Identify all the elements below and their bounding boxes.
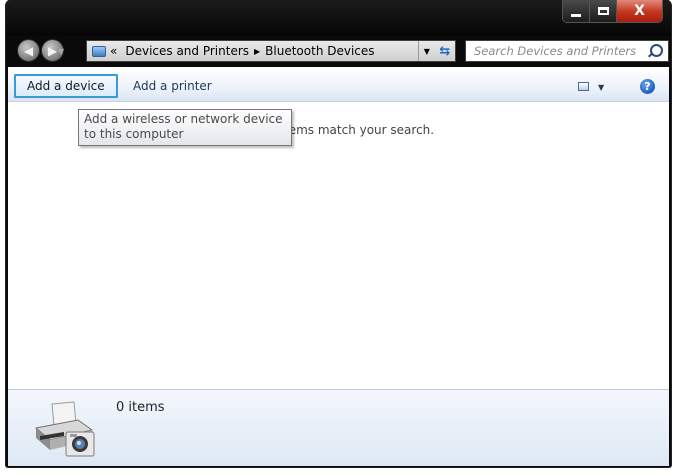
item-count: 0 items [116,400,165,415]
breadcrumb-devices-and-printers[interactable]: Devices and Printers [121,44,253,58]
maximize-button[interactable] [590,0,617,22]
close-button[interactable]: X [617,0,662,22]
minimize-icon [571,13,581,17]
change-view-icon[interactable] [578,82,589,91]
address-bar[interactable]: « Devices and Printers ▶ Bluetooth Devic… [86,40,456,62]
empty-results-message: tems match your search. [284,123,435,137]
back-button[interactable]: ◀ [17,39,40,62]
add-device-button[interactable]: Add a device [14,74,118,98]
breadcrumb-separator-icon[interactable]: ▶ [253,47,261,56]
close-icon: X [634,3,645,19]
maximize-icon [597,7,609,15]
content-pane: Add a device Add a printer ▼ ? tems matc… [8,67,669,466]
command-bar: Add a device Add a printer ▼ ? [8,67,669,102]
back-arrow-icon: ◀ [23,43,34,58]
view-options-dropdown-icon[interactable]: ▼ [598,83,604,92]
navigation-bar: ◀ ▶ ▼ « Devices and Printers ▶ Bluetooth… [6,36,671,65]
breadcrumb-bluetooth-devices[interactable]: Bluetooth Devices [261,44,378,58]
address-controls: ▼ ⇆ [418,41,455,61]
devices-and-printers-icon [34,401,95,457]
help-icon[interactable]: ? [640,79,655,94]
refresh-icon[interactable]: ⇆ [439,44,450,59]
add-printer-button[interactable]: Add a printer [122,74,223,98]
minimize-button[interactable] [563,0,590,22]
search-placeholder: Search Devices and Printers [474,44,637,58]
address-dropdown-icon[interactable]: ▼ [424,47,430,56]
recent-pages-dropdown[interactable]: ▼ [58,47,64,56]
explorer-window: X ◀ ▶ ▼ « Devices and Printers ▶ Bluetoo… [6,0,671,467]
breadcrumb-overflow[interactable]: « [106,44,121,58]
search-input[interactable]: Search Devices and Printers [465,40,669,62]
search-icon[interactable] [650,44,663,57]
title-bar[interactable]: X [6,0,671,36]
forward-arrow-icon: ▶ [47,43,58,58]
window-controls: X [562,0,663,23]
devices-folder-icon [92,45,106,57]
details-pane: 0 items [8,389,669,466]
tooltip: Add a wireless or network device to this… [78,109,292,146]
